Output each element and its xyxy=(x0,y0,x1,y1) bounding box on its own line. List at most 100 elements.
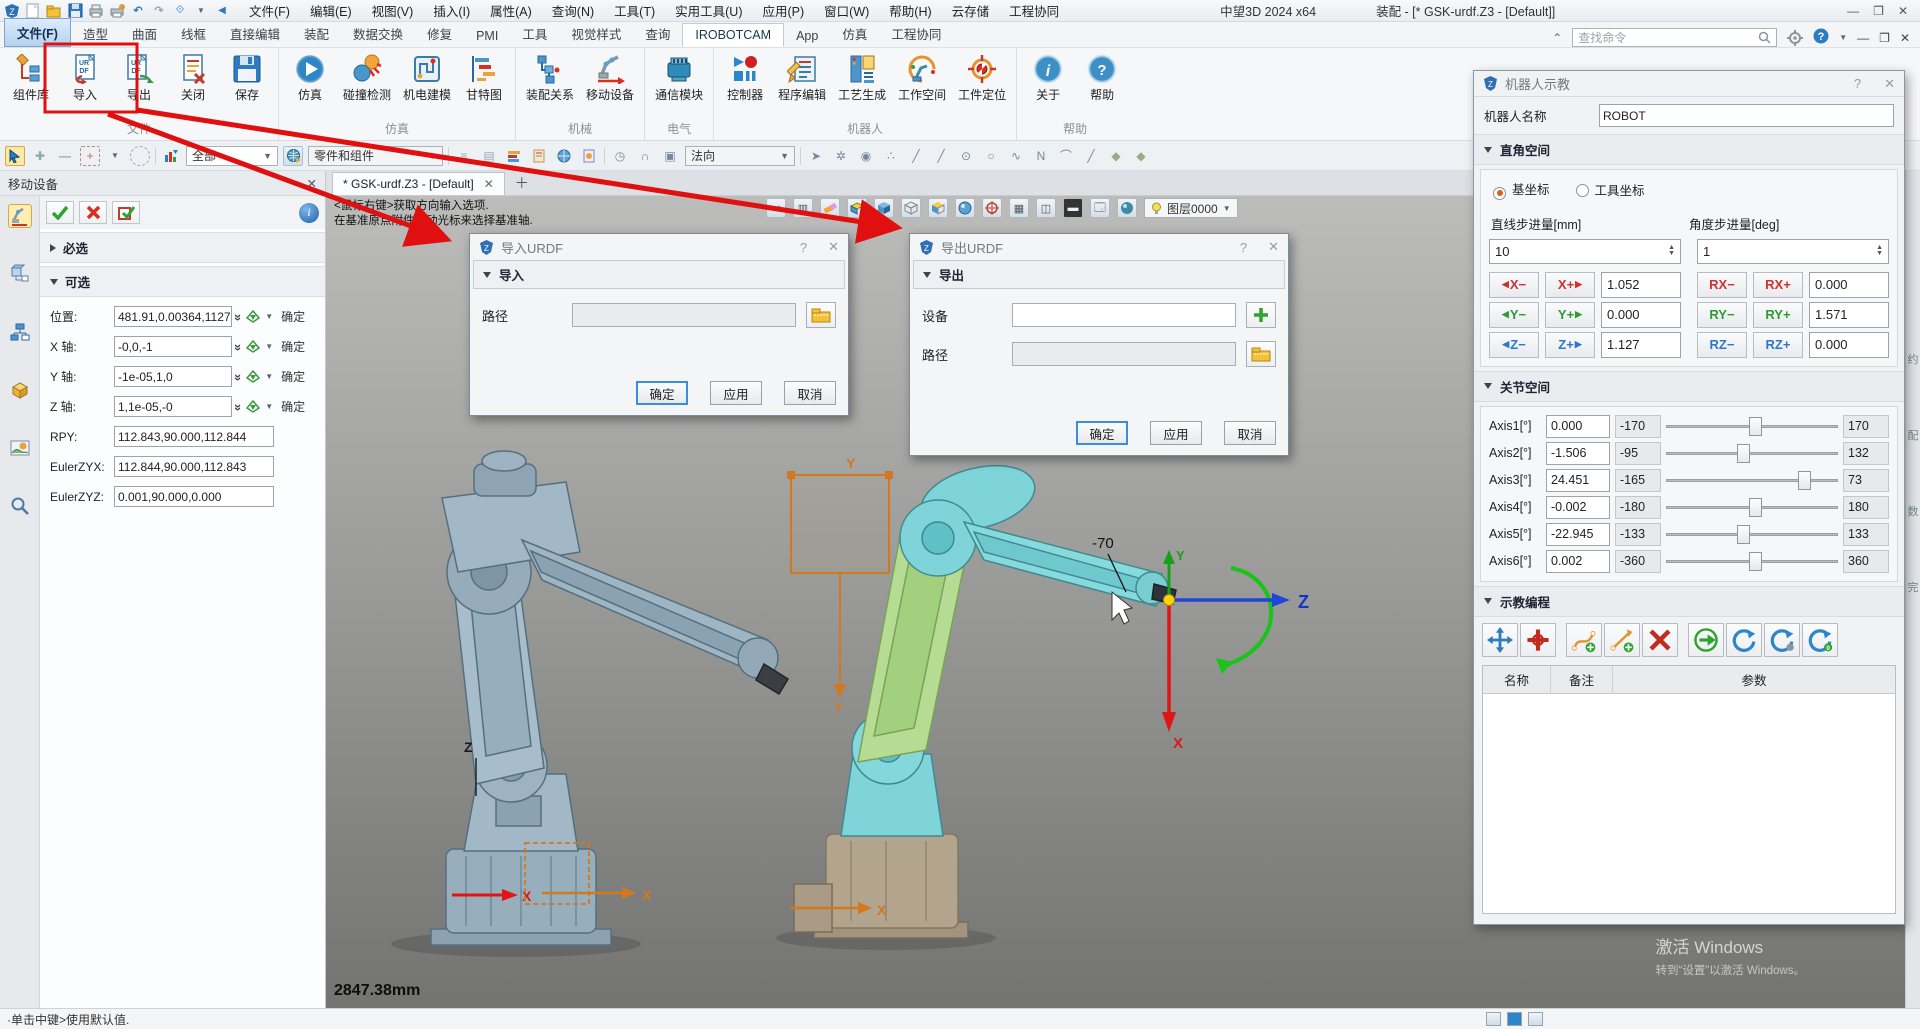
tab-pmi[interactable]: PMI xyxy=(464,25,510,47)
jog-y-plus-button[interactable]: Y+▶ xyxy=(1545,302,1595,328)
import-path-input[interactable] xyxy=(572,303,796,327)
gantt-chart-button[interactable]: 甘特图 xyxy=(461,50,507,104)
help-dropdown-icon[interactable]: ▼ xyxy=(1839,33,1847,42)
home-point-button[interactable] xyxy=(1520,623,1556,657)
view-eraser-icon[interactable] xyxy=(820,198,840,218)
tab-wireframe[interactable]: 线框 xyxy=(169,20,218,47)
polyline-tool-icon[interactable]: ╱ xyxy=(931,146,951,166)
x-position-value[interactable]: 1.052 xyxy=(1601,272,1681,298)
view-align-icon[interactable] xyxy=(847,198,867,218)
undo-icon[interactable]: ↶ xyxy=(130,3,146,19)
tab-direct-edit[interactable]: 直接编辑 xyxy=(218,20,292,47)
tab-simulation[interactable]: 仿真 xyxy=(830,20,879,47)
delete-point-button[interactable] xyxy=(1642,623,1678,657)
move-point-button[interactable] xyxy=(1482,623,1518,657)
face2-tool-icon[interactable]: ◆ xyxy=(1131,146,1151,166)
menu-view[interactable]: 视图(V) xyxy=(363,0,423,22)
circle-center-icon[interactable]: ⊙ xyxy=(956,146,976,166)
search-manager-icon[interactable] xyxy=(8,494,32,518)
import-ok-button[interactable]: 确定 xyxy=(636,381,688,405)
tab-repair[interactable]: 修复 xyxy=(415,20,464,47)
view-bw-icon[interactable]: ▬ xyxy=(1063,198,1083,218)
axis2-slider[interactable] xyxy=(1666,442,1838,465)
remove-select-icon[interactable]: — xyxy=(55,146,75,166)
menu-attribute[interactable]: 属性(A) xyxy=(481,0,541,22)
spline-tool-icon[interactable]: ∿ xyxy=(1006,146,1026,166)
jog-x-plus-button[interactable]: X+▶ xyxy=(1545,272,1595,298)
jog-ry-minus-button[interactable]: RY− xyxy=(1697,302,1747,328)
dialog-help-icon[interactable]: ? xyxy=(1240,240,1247,255)
scope-combo[interactable]: 零件和组件▼ xyxy=(308,146,443,166)
axis3-slider[interactable] xyxy=(1666,469,1838,492)
y-position-value[interactable]: 0.000 xyxy=(1601,302,1681,328)
doc-settings-icon[interactable] xyxy=(529,146,549,166)
new-file-icon[interactable] xyxy=(25,3,41,19)
cartesian-section-header[interactable]: 直角空间 xyxy=(1474,134,1904,165)
confirm-button[interactable]: 确定 xyxy=(277,306,309,327)
docked-panel-edge[interactable]: 约 配 数 完 xyxy=(1905,171,1920,1008)
browser-globe-icon[interactable] xyxy=(554,146,574,166)
axis1-value-input[interactable]: 0.000 xyxy=(1546,415,1610,438)
run-program-button[interactable] xyxy=(1688,623,1724,657)
add-line-path-button[interactable] xyxy=(1604,623,1640,657)
new-tab-button[interactable]: ＋ xyxy=(505,171,539,195)
dialog-close-icon[interactable]: ✕ xyxy=(1268,239,1279,255)
batch-print-icon[interactable] xyxy=(109,3,125,19)
dialog-close-icon[interactable]: ✕ xyxy=(828,239,839,255)
tab-collaboration[interactable]: 工程协同 xyxy=(879,20,953,47)
app-minimize-button[interactable]: — xyxy=(1847,4,1859,18)
axis4-slider[interactable] xyxy=(1666,496,1838,519)
visual-manager-icon[interactable] xyxy=(8,436,32,460)
mechatronics-button[interactable]: 机电建模 xyxy=(401,50,453,104)
command-search-input[interactable]: 查找命令 xyxy=(1572,28,1777,47)
view-render-icon[interactable] xyxy=(955,198,975,218)
view-shade-icon[interactable] xyxy=(874,198,894,218)
save-file-icon[interactable] xyxy=(67,3,83,19)
view-halfshade-icon[interactable] xyxy=(928,198,948,218)
simulate-button[interactable]: 仿真 xyxy=(287,50,333,104)
arc-tool-icon[interactable]: ⌒ xyxy=(1056,146,1076,166)
tool-frame-radio[interactable]: 工具坐标 xyxy=(1576,180,1645,199)
close-file-button[interactable]: 关闭 xyxy=(170,50,216,104)
points-icon[interactable]: ∴ xyxy=(881,146,901,166)
collision-detect-button[interactable]: 碰撞检测 xyxy=(341,50,393,104)
jog-rx-minus-button[interactable]: RX− xyxy=(1697,272,1747,298)
layout-toggle-icon-1[interactable] xyxy=(1486,1012,1501,1026)
ray-tool-icon[interactable]: ╱ xyxy=(1081,146,1101,166)
expand-chevron-icon[interactable]: » xyxy=(231,404,246,409)
tab-app[interactable]: App xyxy=(784,25,830,47)
direction-combo[interactable]: 法向▼ xyxy=(685,146,795,166)
panel-close-icon[interactable]: ✕ xyxy=(1884,76,1895,92)
expand-chevron-icon[interactable]: » xyxy=(231,344,246,349)
customize-icon[interactable]: ⟐ xyxy=(172,3,188,19)
import-cancel-button[interactable]: 取消 xyxy=(784,381,836,405)
import-apply-button[interactable]: 应用 xyxy=(710,381,762,405)
tab-file[interactable]: 文件(F) xyxy=(4,18,71,47)
pick-scope-icon[interactable] xyxy=(283,146,303,166)
document-tab-close-icon[interactable]: ✕ xyxy=(484,177,494,191)
jog-rz-minus-button[interactable]: RZ− xyxy=(1697,332,1747,358)
loop-reset-button[interactable]: 0 xyxy=(1802,623,1838,657)
export-dialog-titlebar[interactable]: Z 导出URDF ? ✕ xyxy=(910,234,1288,260)
assembly-relation-button[interactable]: 装配关系 xyxy=(524,50,576,104)
teach-section-header[interactable]: 示教编程 xyxy=(1474,586,1904,617)
face-tool-icon[interactable]: ◆ xyxy=(1106,146,1126,166)
about-button[interactable]: i 关于 xyxy=(1025,50,1071,104)
solid-box-icon[interactable] xyxy=(8,378,32,402)
jog-z-plus-button[interactable]: Z+▶ xyxy=(1545,332,1595,358)
eulerzyx-input[interactable]: 112.844,90.000,112.843 xyxy=(114,456,274,477)
tab-inquire[interactable]: 查询 xyxy=(633,20,682,47)
view-grid-icon[interactable]: ▦ xyxy=(1009,198,1029,218)
help-icon[interactable]: ? xyxy=(1813,28,1829,47)
column-remark[interactable]: 备注 xyxy=(1551,666,1613,693)
menu-utilities[interactable]: 实用工具(U) xyxy=(666,0,751,22)
tab-tools[interactable]: 工具 xyxy=(510,20,559,47)
pick-point-icon[interactable] xyxy=(245,370,261,384)
optional-section-header[interactable]: 可选 xyxy=(40,266,325,297)
history-icon[interactable]: ≡ xyxy=(454,146,474,166)
document-tab[interactable]: * GSK-urdf.Z3 - [Default] ✕ xyxy=(332,172,505,195)
pick-point-icon[interactable] xyxy=(245,400,261,414)
filter-combo[interactable]: 全部▼ xyxy=(186,146,278,166)
column-name[interactable]: 名称 xyxy=(1483,666,1551,693)
settings-gear-icon[interactable] xyxy=(1787,30,1803,46)
